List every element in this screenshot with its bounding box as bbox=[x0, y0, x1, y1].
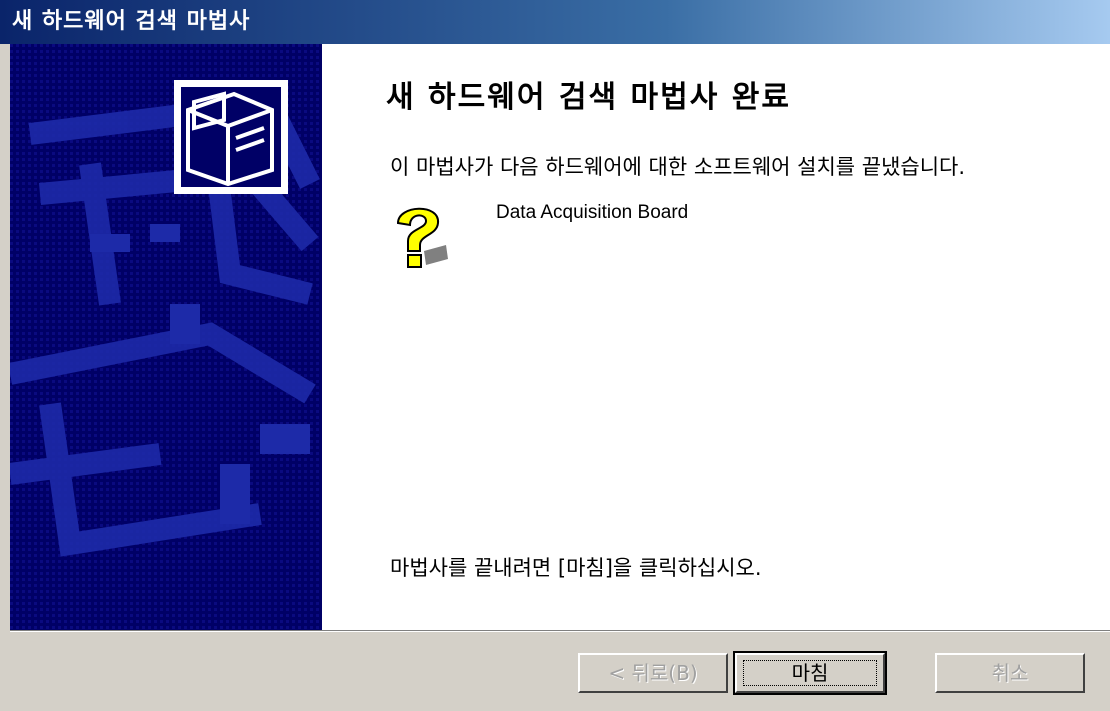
wizard-window: 새 하드웨어 검색 마법사 새 하드웨어 검색 마법사 완료 이 마법사가 다음… bbox=[0, 0, 1110, 711]
wizard-content: 새 하드웨어 검색 마법사 완료 이 마법사가 다음 하드웨어에 대한 소프트웨… bbox=[322, 44, 1110, 630]
banner-artwork bbox=[10, 44, 322, 630]
finish-button[interactable]: 마침 bbox=[733, 651, 887, 695]
title-bar[interactable]: 새 하드웨어 검색 마법사 bbox=[0, 0, 1110, 44]
hardware-icon bbox=[174, 80, 288, 194]
finish-button-label: 마침 bbox=[791, 661, 829, 685]
finish-instruction: 마법사를 끝내려면 [마침]을 클릭하십시오. bbox=[390, 556, 762, 580]
cancel-button[interactable]: 취소 bbox=[935, 653, 1085, 693]
cancel-button-label: 취소 bbox=[991, 661, 1029, 685]
question-mark-icon bbox=[388, 199, 450, 271]
back-button[interactable]: < 뒤로(B) bbox=[578, 653, 728, 693]
button-area-separator bbox=[10, 630, 1110, 632]
window-title: 새 하드웨어 검색 마법사 bbox=[12, 9, 251, 34]
completion-message: 이 마법사가 다음 하드웨어에 대한 소프트웨어 설치를 끝냈습니다. bbox=[390, 155, 966, 179]
back-button-label: < 뒤로(B) bbox=[608, 661, 698, 685]
page-title: 새 하드웨어 검색 마법사 완료 bbox=[386, 80, 791, 115]
wizard-side-banner bbox=[10, 44, 322, 630]
device-name: Data Acquisition Board bbox=[496, 202, 689, 223]
